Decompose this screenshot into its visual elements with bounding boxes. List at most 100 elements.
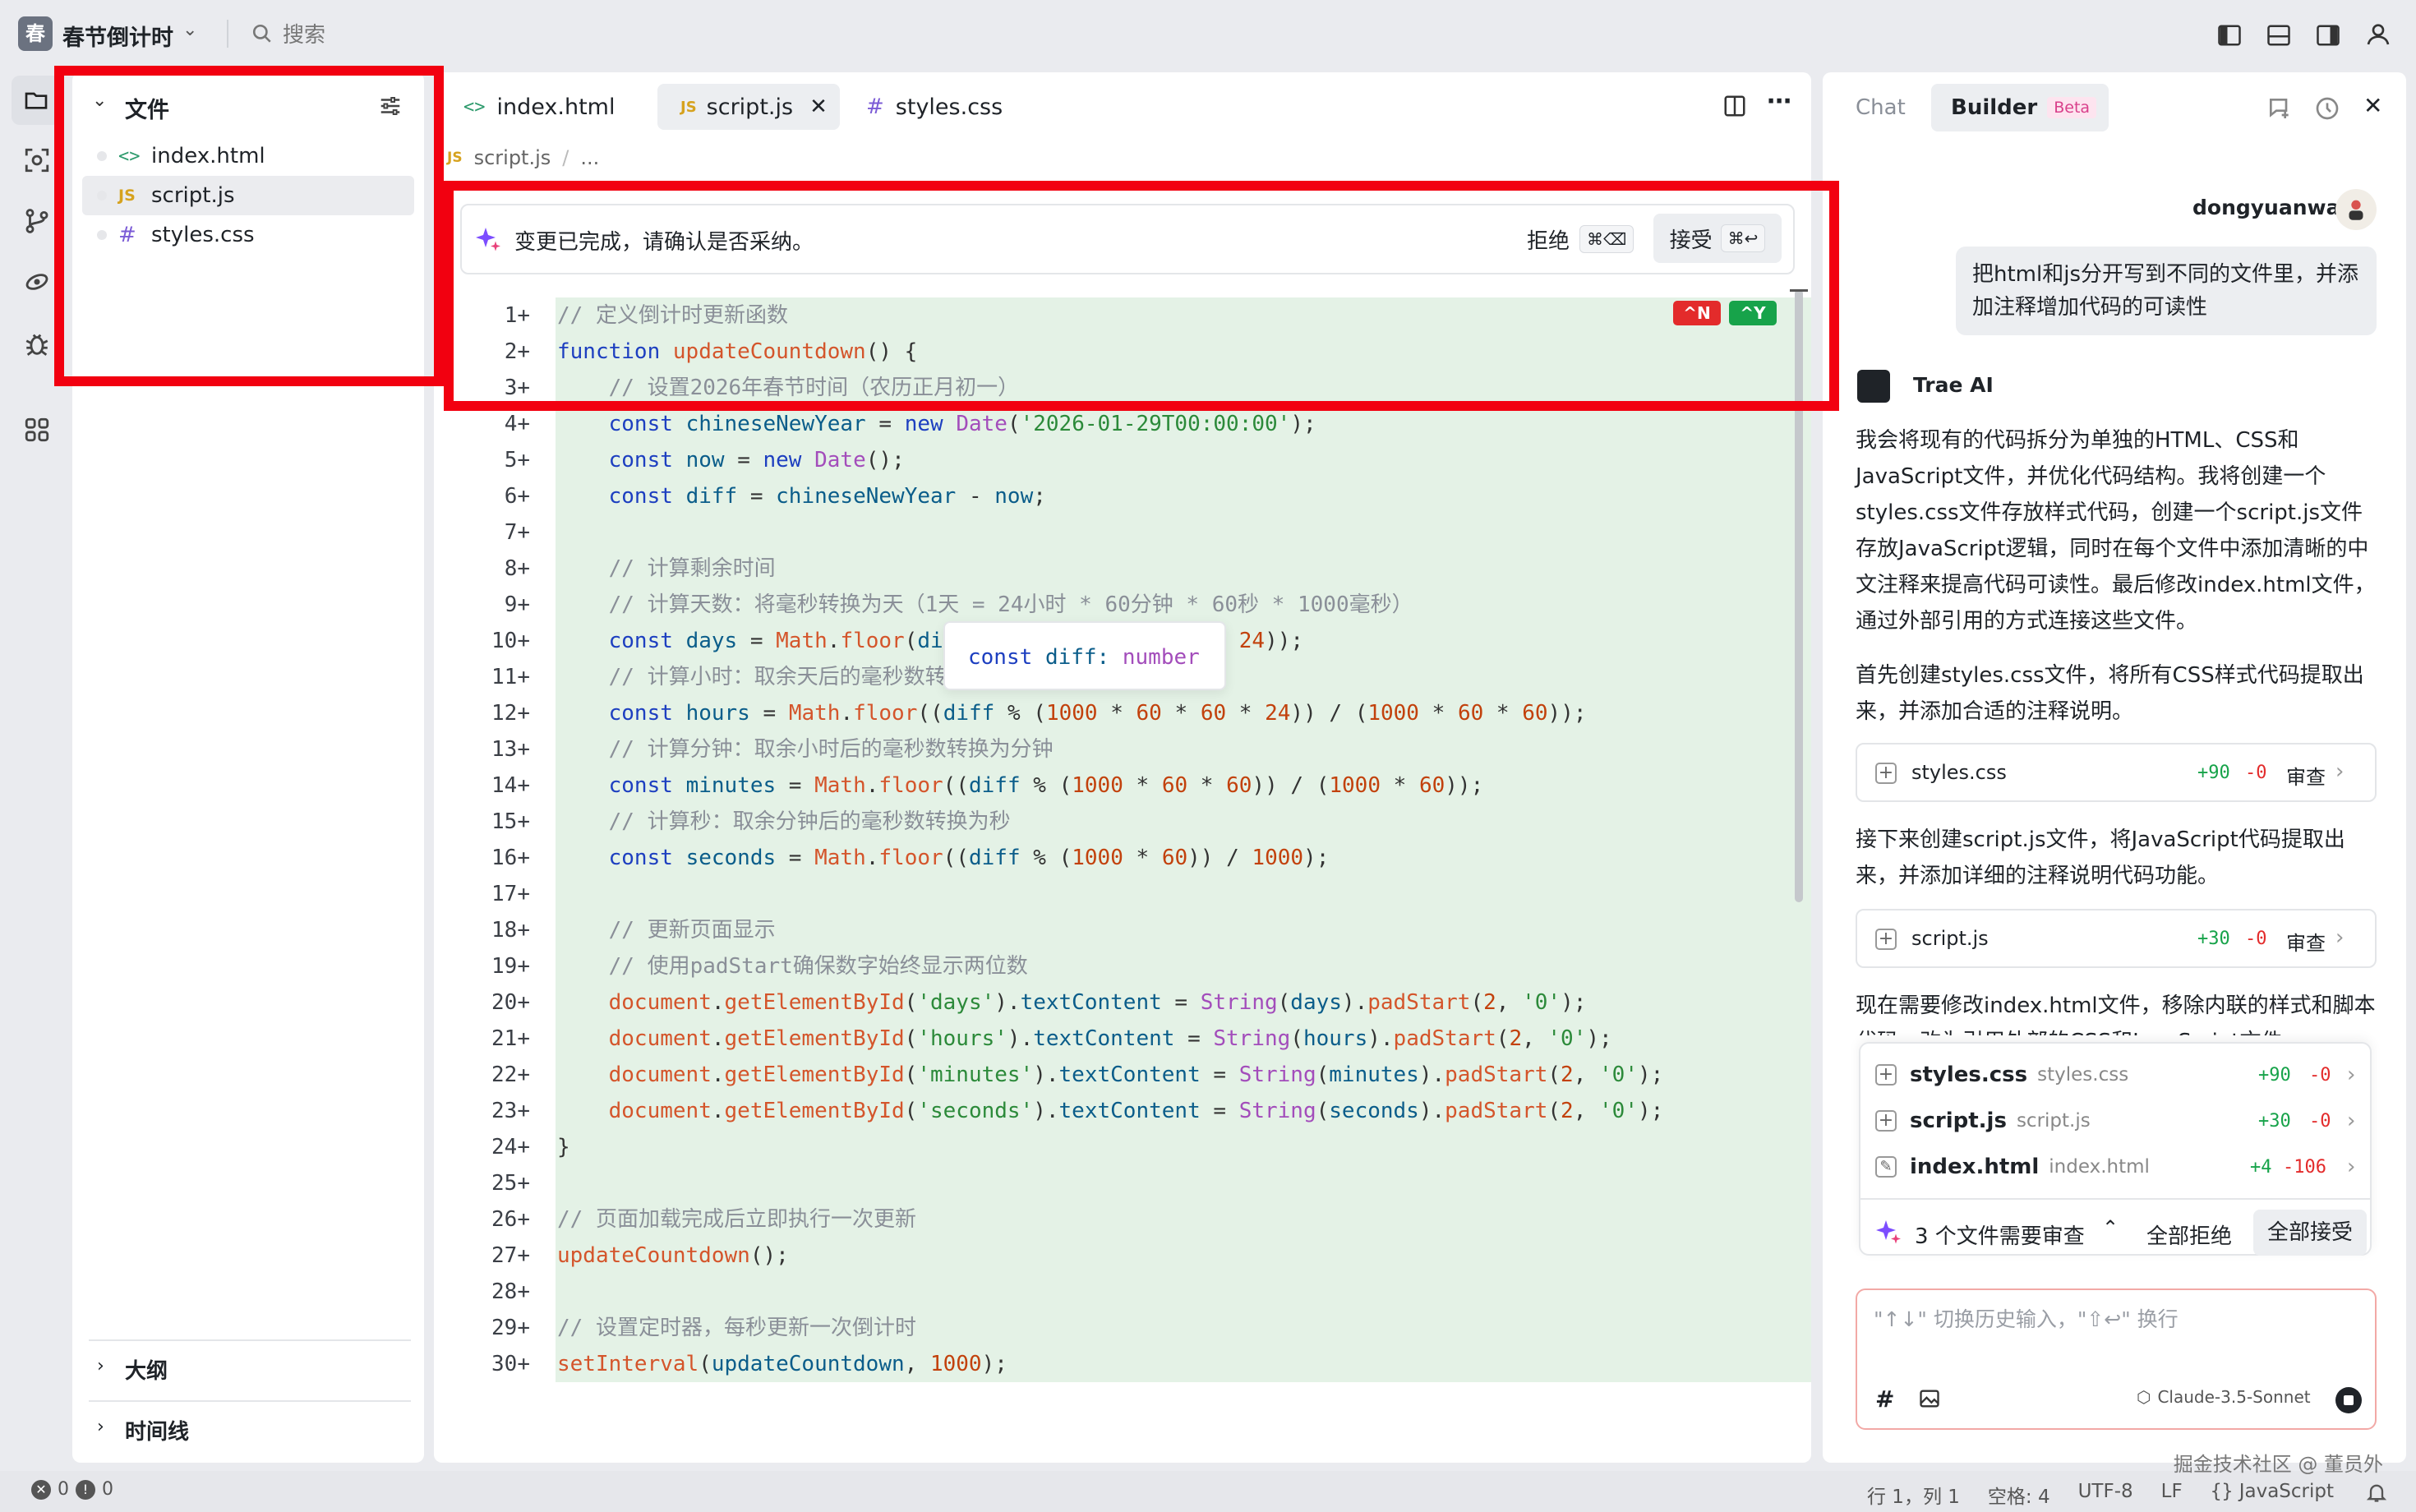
- language-name: JavaScript: [2238, 1481, 2334, 1502]
- tab-styles-css[interactable]: # styles.css: [866, 87, 1003, 127]
- language-mode[interactable]: {} JavaScript: [2211, 1481, 2334, 1509]
- review-bar: 变更已完成，请确认是否采纳。 拒绝 ⌘⌫ 接受 ⌘↩: [460, 204, 1795, 274]
- diff-added-block: [556, 297, 1811, 1382]
- js-file-icon: JS: [118, 187, 136, 205]
- breadcrumb-file[interactable]: script.js: [474, 146, 551, 169]
- timeline-section[interactable]: 时间线: [125, 1415, 189, 1445]
- tab-builder[interactable]: Builder Beta: [1931, 84, 2109, 131]
- history-icon[interactable]: [2314, 95, 2340, 122]
- title-bar: 春 春节倒计时 ⌄ 搜索: [0, 0, 2416, 71]
- project-title[interactable]: 春节倒计时: [62, 20, 173, 52]
- chevron-up-icon[interactable]: ⌃: [2102, 1216, 2119, 1239]
- file-change-card[interactable]: + script.js +30 -0 审查 ›: [1856, 909, 2377, 968]
- hash-icon[interactable]: #: [1875, 1385, 1894, 1413]
- file-change-card[interactable]: + styles.css +90 -0 审查 ›: [1856, 743, 2377, 802]
- more-icon[interactable]: ⋯: [1767, 87, 1791, 116]
- card-additions: +30: [2197, 929, 2230, 949]
- toggle-left-panel-icon[interactable]: [2217, 23, 2242, 48]
- image-icon[interactable]: [1918, 1387, 1941, 1410]
- chevron-right-icon[interactable]: ›: [97, 1417, 104, 1437]
- search-box[interactable]: 搜索: [251, 18, 325, 48]
- ai-name: Trae AI: [1913, 373, 1994, 397]
- accept-all-button[interactable]: 全部接受: [2253, 1210, 2367, 1256]
- accept-hunk-badge[interactable]: ^Y: [1729, 301, 1777, 325]
- chat-input-box[interactable]: "↑↓" 切换历史输入，"⇧↩" 换行 # ⬡ Claude-3.5-Sonne…: [1856, 1288, 2377, 1430]
- tab-chat[interactable]: Chat: [1856, 95, 1906, 120]
- tree-item-styles-css[interactable]: # styles.css: [82, 215, 411, 255]
- sparkle-icon: [476, 228, 500, 251]
- debug-icon[interactable]: [23, 330, 51, 358]
- review-file-row[interactable]: ✎ index.html index.html +4 -106 ›: [1875, 1144, 2360, 1190]
- html-file-icon: <>: [118, 145, 141, 167]
- tree-item-index-html[interactable]: <> index.html: [82, 136, 411, 176]
- chevron-right-icon[interactable]: ›: [97, 1356, 104, 1376]
- review-file-path: index.html: [2049, 1156, 2150, 1178]
- js-file-icon: JS: [447, 150, 463, 166]
- close-tab-icon[interactable]: ✕: [809, 94, 828, 119]
- close-panel-icon[interactable]: ✕: [2363, 92, 2382, 119]
- file-additions: +4: [2250, 1156, 2272, 1178]
- file-deletions: -0: [2309, 1064, 2331, 1086]
- extensions-icon[interactable]: [23, 416, 51, 444]
- review-button[interactable]: 审查: [2286, 761, 2326, 790]
- file-name: index.html: [151, 144, 265, 168]
- source-control-icon[interactable]: [23, 207, 51, 235]
- ai-paragraph: 接下来创建script.js文件，将JavaScript代码提取出来，并添加详细…: [1856, 827, 2345, 888]
- bell-icon[interactable]: [2365, 1481, 2388, 1504]
- review-message: 变更已完成，请确认是否采纳。: [514, 230, 814, 255]
- problems-indicator[interactable]: ✕ 0 ! 0: [31, 1479, 113, 1500]
- account-icon[interactable]: [2365, 21, 2391, 48]
- review-file-row[interactable]: + styles.css styles.css +90 -0 ›: [1875, 1052, 2360, 1098]
- ai-paragraph: 首先创建styles.css文件，将所有CSS样式代码提取出来，并添加合适的注释…: [1856, 663, 2364, 724]
- review-button[interactable]: 审查: [2286, 927, 2326, 956]
- tooltip-type: number: [1122, 645, 1200, 670]
- beta-badge: Beta: [2047, 97, 2097, 118]
- encoding[interactable]: UTF-8: [2078, 1481, 2133, 1509]
- stop-button[interactable]: [2335, 1387, 2362, 1413]
- warning-icon: !: [76, 1479, 95, 1500]
- ai-paragraph: 现在需要修改index.html文件，移除内联的样式和脚本代码，改为引用外部的C…: [1856, 993, 2376, 1035]
- accept-button[interactable]: 接受 ⌘↩: [1653, 214, 1782, 263]
- tree-item-script-js[interactable]: JS script.js: [82, 176, 411, 215]
- toggle-right-panel-icon[interactable]: [2316, 23, 2340, 48]
- search-code-icon[interactable]: [23, 146, 51, 174]
- filter-settings-icon[interactable]: [378, 94, 403, 118]
- user-avatar: [2335, 189, 2377, 230]
- indentation[interactable]: 空格: 4: [1988, 1481, 2050, 1509]
- toggle-bottom-panel-icon[interactable]: [2266, 23, 2291, 48]
- card-deletions: -0: [2245, 763, 2267, 783]
- js-file-icon: JS: [680, 98, 697, 116]
- app-logo: 春: [18, 16, 53, 51]
- add-file-icon: +: [1875, 763, 1897, 784]
- reject-button[interactable]: 拒绝 ⌘⌫: [1527, 219, 1634, 260]
- split-editor-icon[interactable]: [1722, 94, 1747, 118]
- search-label: 搜索: [283, 23, 326, 48]
- editor-scrollbar[interactable]: [1795, 289, 1803, 902]
- breadcrumb-more[interactable]: ...: [580, 146, 599, 169]
- css-file-icon: #: [866, 94, 884, 119]
- review-file-name: styles.css: [1910, 1063, 2028, 1087]
- line-ending[interactable]: LF: [2161, 1481, 2183, 1509]
- chevron-down-icon[interactable]: ⌄: [182, 20, 197, 40]
- css-file-icon: #: [118, 223, 136, 247]
- model-selector[interactable]: ⬡ Claude-3.5-Sonnet: [2137, 1387, 2311, 1407]
- tab-index-html[interactable]: <> index.html: [463, 87, 615, 127]
- review-file-row[interactable]: + script.js script.js +30 -0 ›: [1875, 1098, 2360, 1144]
- breadcrumb: JS script.js / ...: [447, 146, 599, 169]
- reject-hunk-badge[interactable]: ^N: [1673, 301, 1721, 325]
- chevron-down-icon[interactable]: ⌄: [92, 90, 107, 111]
- edit-file-icon: ✎: [1875, 1156, 1897, 1178]
- reject-all-button[interactable]: 全部拒绝: [2146, 1219, 2232, 1250]
- status-dot: [97, 191, 107, 201]
- explorer-activity[interactable]: [12, 76, 61, 125]
- outline-section[interactable]: 大纲: [125, 1354, 168, 1385]
- review-summary[interactable]: 3 个文件需要审查: [1915, 1219, 2085, 1250]
- tooltip-name: diff:: [1044, 645, 1110, 670]
- remote-icon[interactable]: [23, 268, 51, 296]
- cursor-position[interactable]: 行 1，列 1: [1867, 1481, 1960, 1509]
- tab-label: script.js: [706, 94, 794, 120]
- tab-script-js[interactable]: JS script.js ✕: [657, 84, 840, 130]
- card-file-name: styles.css: [1911, 761, 2007, 784]
- new-chat-icon[interactable]: [2266, 95, 2293, 122]
- file-deletions: -0: [2309, 1110, 2331, 1132]
